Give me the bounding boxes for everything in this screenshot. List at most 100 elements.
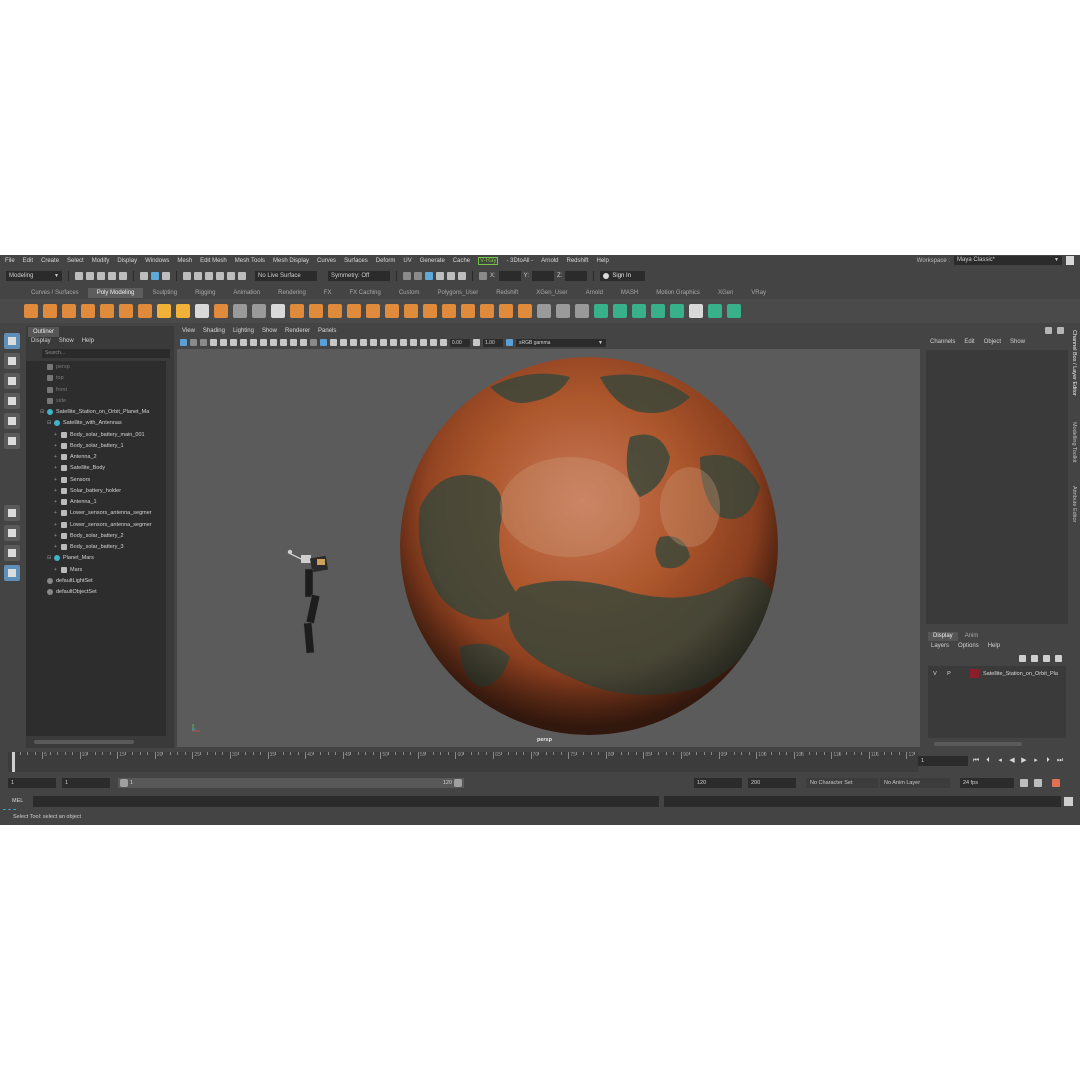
outliner-item[interactable]: + Antenna_1 xyxy=(54,497,97,507)
expand-toggle-icon[interactable]: + xyxy=(54,463,59,473)
step-forward-key-icon[interactable]: ▸ xyxy=(1032,756,1040,765)
side-tab-channel-box[interactable]: Channel Box / Layer Editor xyxy=(1071,330,1077,396)
shelf-tab-mash[interactable]: MASH xyxy=(612,288,647,298)
merge-icon[interactable] xyxy=(442,304,456,318)
outliner-item[interactable]: front xyxy=(40,385,67,395)
menu-file[interactable]: File xyxy=(5,258,15,264)
gamma-field[interactable]: 1.00 xyxy=(483,338,503,347)
new-scene-icon[interactable] xyxy=(75,272,83,280)
textured-icon[interactable] xyxy=(340,339,347,346)
expand-toggle-icon[interactable]: + xyxy=(54,508,59,518)
menu-create[interactable]: Create xyxy=(41,258,59,264)
menu-windows[interactable]: Windows xyxy=(145,258,169,264)
collapse-icon[interactable] xyxy=(480,304,494,318)
lasso-tool-icon[interactable] xyxy=(4,353,20,369)
construction-history-icon[interactable] xyxy=(403,272,411,280)
workspace-dropdown[interactable]: Maya Classic* ▼ xyxy=(954,256,1062,265)
expand-toggle-icon[interactable]: + xyxy=(54,531,59,541)
step-back-frame-icon[interactable]: ⏴ xyxy=(984,756,992,765)
side-tab-attribute-editor[interactable]: Attribute Editor xyxy=(1071,486,1077,522)
auto-key-icon[interactable] xyxy=(1020,779,1028,787)
new-layer-from-selection-icon[interactable] xyxy=(1055,655,1062,662)
lights-icon[interactable] xyxy=(350,339,357,346)
z-field[interactable] xyxy=(565,271,588,281)
save-scene-icon[interactable] xyxy=(97,272,105,280)
menu-3dtoall[interactable]: - 3DtoAll - xyxy=(506,258,533,264)
poly-plane-icon[interactable] xyxy=(119,304,133,318)
grid-icon[interactable] xyxy=(240,339,247,346)
quad-draw-icon[interactable] xyxy=(575,304,589,318)
shelf-tab-custom[interactable]: Custom xyxy=(390,288,429,298)
outliner-item[interactable]: + Body_solar_battery_1 xyxy=(54,441,124,451)
animation-preferences-icon[interactable] xyxy=(1052,779,1060,787)
move-layer-up-icon[interactable] xyxy=(1019,655,1026,662)
tab-anim[interactable]: Anim xyxy=(960,632,984,641)
scale-tool-icon[interactable] xyxy=(4,433,20,449)
open-scene-icon[interactable] xyxy=(86,272,94,280)
circularize-icon[interactable] xyxy=(461,304,475,318)
shelf-tab-polygons-user[interactable]: Polygons_User xyxy=(429,288,488,298)
layer-row[interactable]: V P Satellite_Station_on_Orbit_Pla xyxy=(928,668,1066,679)
film-gate-icon[interactable] xyxy=(250,339,257,346)
expand-toggle-icon[interactable]: + xyxy=(54,441,59,451)
spherical-mapping-icon[interactable] xyxy=(670,304,684,318)
render-frame-icon[interactable] xyxy=(414,272,422,280)
rotate-tool-icon[interactable] xyxy=(4,413,20,429)
outliner-item[interactable]: + Body_solar_battery_main_001 xyxy=(54,430,145,440)
layer-visibility-toggle[interactable]: V xyxy=(928,671,942,677)
xray-components-icon[interactable] xyxy=(440,339,447,346)
outliner-layout-icon[interactable] xyxy=(4,565,20,581)
layer-color-swatch[interactable] xyxy=(970,669,979,678)
menu-uv[interactable]: UV xyxy=(403,258,411,264)
playback-preferences-icon[interactable] xyxy=(1034,779,1042,787)
select-camera-icon[interactable] xyxy=(180,339,187,346)
command-input[interactable] xyxy=(33,796,659,807)
range-bar[interactable]: 1 120 xyxy=(118,778,464,788)
outliner-item[interactable]: persp xyxy=(40,362,70,372)
menu-edit-mesh[interactable]: Edit Mesh xyxy=(200,258,227,264)
exposure-field[interactable]: 0.00 xyxy=(450,338,470,347)
anim-start-field[interactable]: 1 xyxy=(62,778,110,788)
undo-icon[interactable] xyxy=(108,272,116,280)
mode-dropdown[interactable]: Modeling ▼ xyxy=(6,271,62,281)
scene-start-field[interactable]: 1 xyxy=(8,778,56,788)
gate-mask-icon[interactable] xyxy=(270,339,277,346)
xray-joints-icon[interactable] xyxy=(430,339,437,346)
outliner-item[interactable]: defaultObjectSet xyxy=(40,587,97,597)
outliner-item[interactable]: ⊟ Planet_Mars xyxy=(47,553,94,563)
single-perspective-layout-icon[interactable] xyxy=(4,505,20,521)
snap-view-icon[interactable] xyxy=(216,272,224,280)
shadows-icon[interactable] xyxy=(360,339,367,346)
shelf-tab-sculpting[interactable]: Sculpting xyxy=(143,288,186,298)
poly-torus-icon[interactable] xyxy=(100,304,114,318)
range-end-handle[interactable] xyxy=(454,779,462,787)
checker-texture-icon[interactable] xyxy=(689,304,703,318)
range-start-handle[interactable] xyxy=(120,779,128,787)
poly-cone-icon[interactable] xyxy=(81,304,95,318)
layer-menu-layers[interactable]: Layers xyxy=(931,643,949,649)
mesh-combine-icon[interactable] xyxy=(271,304,285,318)
menu-help[interactable]: Help xyxy=(597,258,609,264)
expand-toggle-icon[interactable]: + xyxy=(54,486,59,496)
outliner-horizontal-scrollbar[interactable] xyxy=(34,740,134,744)
grease-pencil-icon[interactable] xyxy=(230,339,237,346)
outliner-menu-help[interactable]: Help xyxy=(82,338,94,344)
select-component-icon[interactable] xyxy=(162,272,170,280)
menu-surfaces[interactable]: Surfaces xyxy=(344,258,368,264)
snap-curve-icon[interactable] xyxy=(194,272,202,280)
x-field[interactable] xyxy=(498,271,521,281)
image-plane-icon[interactable] xyxy=(210,339,217,346)
snap-pivot-icon[interactable] xyxy=(238,272,246,280)
svg-tool-icon[interactable] xyxy=(214,304,228,318)
viewport-menu-lighting[interactable]: Lighting xyxy=(233,328,254,334)
poly-sphere-icon[interactable] xyxy=(24,304,38,318)
isolate-select-icon[interactable] xyxy=(410,339,417,346)
smooth-shade-icon[interactable] xyxy=(320,339,327,346)
shelf-tab-xgen[interactable]: XGen xyxy=(709,288,742,298)
scene-end-field[interactable]: 200 xyxy=(748,778,796,788)
bookmark-icon[interactable] xyxy=(200,339,207,346)
channel-box-menu-object[interactable]: Object xyxy=(984,339,1001,345)
menu-mesh-tools[interactable]: Mesh Tools xyxy=(235,258,265,264)
3d-viewport[interactable]: persp xyxy=(177,349,920,747)
bevel-icon[interactable] xyxy=(404,304,418,318)
